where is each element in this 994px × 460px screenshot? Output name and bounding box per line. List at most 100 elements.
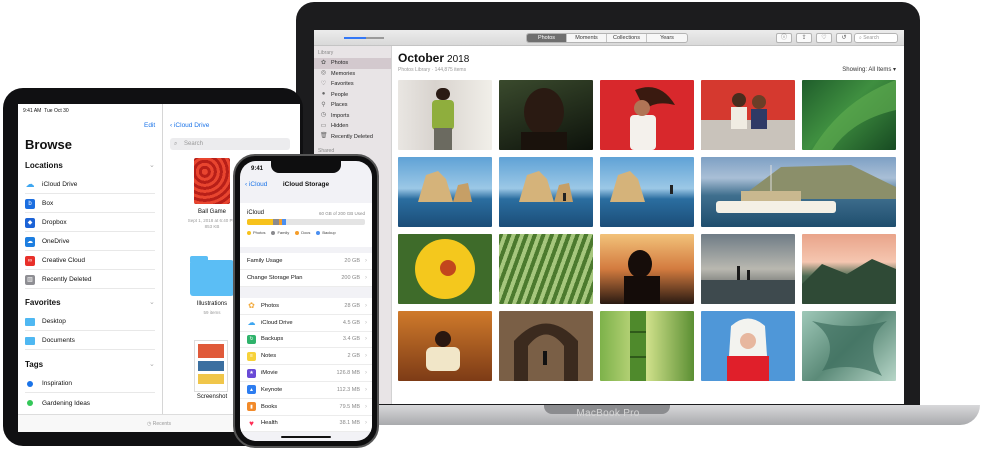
- sidebar-item-favorites[interactable]: ♡ Favorites: [314, 79, 391, 90]
- row-label: Notes: [261, 353, 277, 360]
- chevron-down-icon[interactable]: ⌄: [149, 360, 155, 368]
- photo-thumbnail[interactable]: [398, 234, 492, 304]
- zoom-slider-fill: [344, 37, 366, 39]
- sidebar-item-places[interactable]: ⚲ Places: [314, 100, 391, 111]
- favorite-label: Documents: [42, 337, 75, 344]
- sidebar-item-photos[interactable]: ✿ Photos: [314, 58, 391, 69]
- row-value: 3.4 GB: [342, 336, 360, 343]
- app-row-keynote[interactable]: ▲ Keynote 112.3 MB ›: [240, 382, 372, 399]
- home-indicator[interactable]: [281, 436, 331, 438]
- family-usage-row[interactable]: Family Usage 20 GB ›: [240, 253, 372, 270]
- tab-years[interactable]: Years: [647, 34, 687, 42]
- photo-thumbnail[interactable]: [499, 311, 593, 381]
- search-input[interactable]: ⌕ Search: [170, 138, 290, 150]
- location-box[interactable]: b Box: [25, 195, 155, 213]
- app-row-imovie[interactable]: ★ iMovie 126.8 MB ›: [240, 365, 372, 382]
- sidebar-item-label: Hidden: [331, 123, 349, 130]
- chevron-down-icon[interactable]: ⌄: [149, 161, 155, 169]
- rotate-icon[interactable]: ↺: [836, 33, 852, 43]
- app-row-books[interactable]: ▮ Books 79.5 MB ›: [240, 399, 372, 416]
- sidebar-item-hidden[interactable]: ▭ Hidden: [314, 121, 391, 132]
- chevron-right-icon: ›: [365, 353, 367, 360]
- photo-thumbnail[interactable]: [398, 311, 492, 381]
- location-icloud-drive[interactable]: ☁ iCloud Drive: [25, 176, 155, 194]
- row-value: 200 GB: [341, 274, 360, 281]
- creative-cloud-icon: ∞: [25, 255, 35, 266]
- legend-label: Family: [277, 230, 290, 235]
- file-ball-game-thumbnail[interactable]: [194, 158, 230, 204]
- month-year: 2018: [447, 54, 470, 65]
- app-row-icloud-drive[interactable]: ☁ iCloud Drive 4.5 GB ›: [240, 315, 372, 332]
- photo-thumbnail[interactable]: [398, 80, 492, 150]
- tag-inspiration[interactable]: Inspiration: [25, 375, 155, 393]
- app-row-photos[interactable]: ✿ Photos 28 GB ›: [240, 298, 372, 315]
- location-onedrive[interactable]: ☁ OneDrive: [25, 233, 155, 251]
- clock-icon: ◷: [320, 112, 327, 119]
- photo-thumbnail[interactable]: [499, 234, 593, 304]
- sidebar-item-people[interactable]: ● People: [314, 90, 391, 101]
- heart-icon[interactable]: ♡: [816, 33, 832, 43]
- status-bar: 9:41 AM Tue Oct 30: [23, 108, 69, 114]
- photo-thumbnail[interactable]: [499, 157, 593, 227]
- search-placeholder: Search: [184, 141, 204, 147]
- chevron-right-icon: ›: [365, 257, 367, 264]
- storage-legend: Photos Family Docs Backup: [247, 230, 336, 235]
- photo-thumbnail[interactable]: [499, 80, 593, 150]
- change-plan-row[interactable]: Change Storage Plan 200 GB ›: [240, 270, 372, 287]
- location-dropbox[interactable]: ◆ Dropbox: [25, 214, 155, 232]
- row-value: 38.1 MB: [339, 420, 360, 427]
- sidebar-item-memories[interactable]: ◎ Memories: [314, 69, 391, 80]
- location-creative-cloud[interactable]: ∞ Creative Cloud: [25, 252, 155, 270]
- box-icon: b: [25, 198, 35, 209]
- locations-header[interactable]: Locations: [25, 161, 63, 170]
- edit-button[interactable]: Edit: [144, 122, 155, 129]
- sidebar-item-recently-deleted[interactable]: 🗑 Recently Deleted: [314, 132, 391, 143]
- search-input[interactable]: ⌕ Search: [854, 33, 898, 43]
- tab-collections[interactable]: Collections: [607, 34, 647, 42]
- back-button[interactable]: ‹ iCloud Drive: [170, 122, 209, 129]
- tag-gardening-ideas[interactable]: Gardening Ideas: [25, 394, 155, 412]
- chevron-down-icon[interactable]: ⌄: [149, 298, 155, 306]
- row-label: iMovie: [261, 370, 278, 377]
- sidebar-item-imports[interactable]: ◷ Imports: [314, 111, 391, 122]
- recents-icon[interactable]: ◷: [147, 421, 151, 427]
- photo-thumbnail[interactable]: [802, 80, 896, 150]
- tag-label: Inspiration: [42, 380, 72, 387]
- bar-backup: [282, 219, 286, 225]
- photo-thumbnail[interactable]: [701, 311, 795, 381]
- tab-recents[interactable]: Recents: [153, 421, 171, 427]
- row-value: 20 GB: [344, 257, 360, 264]
- tab-photos[interactable]: Photos: [527, 34, 567, 42]
- location-label: Creative Cloud: [42, 257, 85, 264]
- photo-thumbnail[interactable]: [600, 311, 694, 381]
- photo-thumbnail[interactable]: [600, 157, 694, 227]
- showing-filter[interactable]: Showing: All Items ▾: [842, 66, 896, 73]
- folder-icon[interactable]: [190, 260, 234, 296]
- row-value: 4.5 GB: [342, 319, 360, 326]
- photo-thumbnail[interactable]: [398, 157, 492, 227]
- tab-moments[interactable]: Moments: [567, 34, 607, 42]
- photo-thumbnail[interactable]: [802, 311, 896, 381]
- app-row-notes[interactable]: ≡ Notes 2 GB ›: [240, 348, 372, 366]
- photo-thumbnail[interactable]: [701, 80, 795, 150]
- app-row-health[interactable]: ♥ Health 38.1 MB ›: [240, 416, 372, 433]
- location-recently-deleted[interactable]: ▥ Recently Deleted: [25, 271, 155, 289]
- favorites-header[interactable]: Favorites: [25, 298, 61, 307]
- photo-thumbnail[interactable]: [600, 80, 694, 150]
- share-icon[interactable]: ⇪: [796, 33, 812, 43]
- tags-header[interactable]: Tags: [25, 360, 43, 369]
- onedrive-icon: ☁: [25, 236, 35, 247]
- favorite-desktop[interactable]: Desktop: [25, 313, 155, 331]
- row-label: Backups: [261, 336, 284, 343]
- photo-thumbnail[interactable]: [701, 234, 795, 304]
- cloud-icon: ☁: [247, 318, 256, 328]
- photo-thumbnail[interactable]: [701, 157, 896, 227]
- app-row-backups[interactable]: ↻ Backups 3.4 GB ›: [240, 332, 372, 349]
- info-icon[interactable]: ⓘ: [776, 33, 792, 43]
- favorite-documents[interactable]: Documents: [25, 332, 155, 350]
- file-screenshot-thumbnail[interactable]: [194, 340, 228, 392]
- photo-thumbnail[interactable]: [600, 234, 694, 304]
- photo-grid: [398, 80, 896, 381]
- tag-label: Gardening Ideas: [42, 399, 91, 407]
- photo-thumbnail[interactable]: [802, 234, 896, 304]
